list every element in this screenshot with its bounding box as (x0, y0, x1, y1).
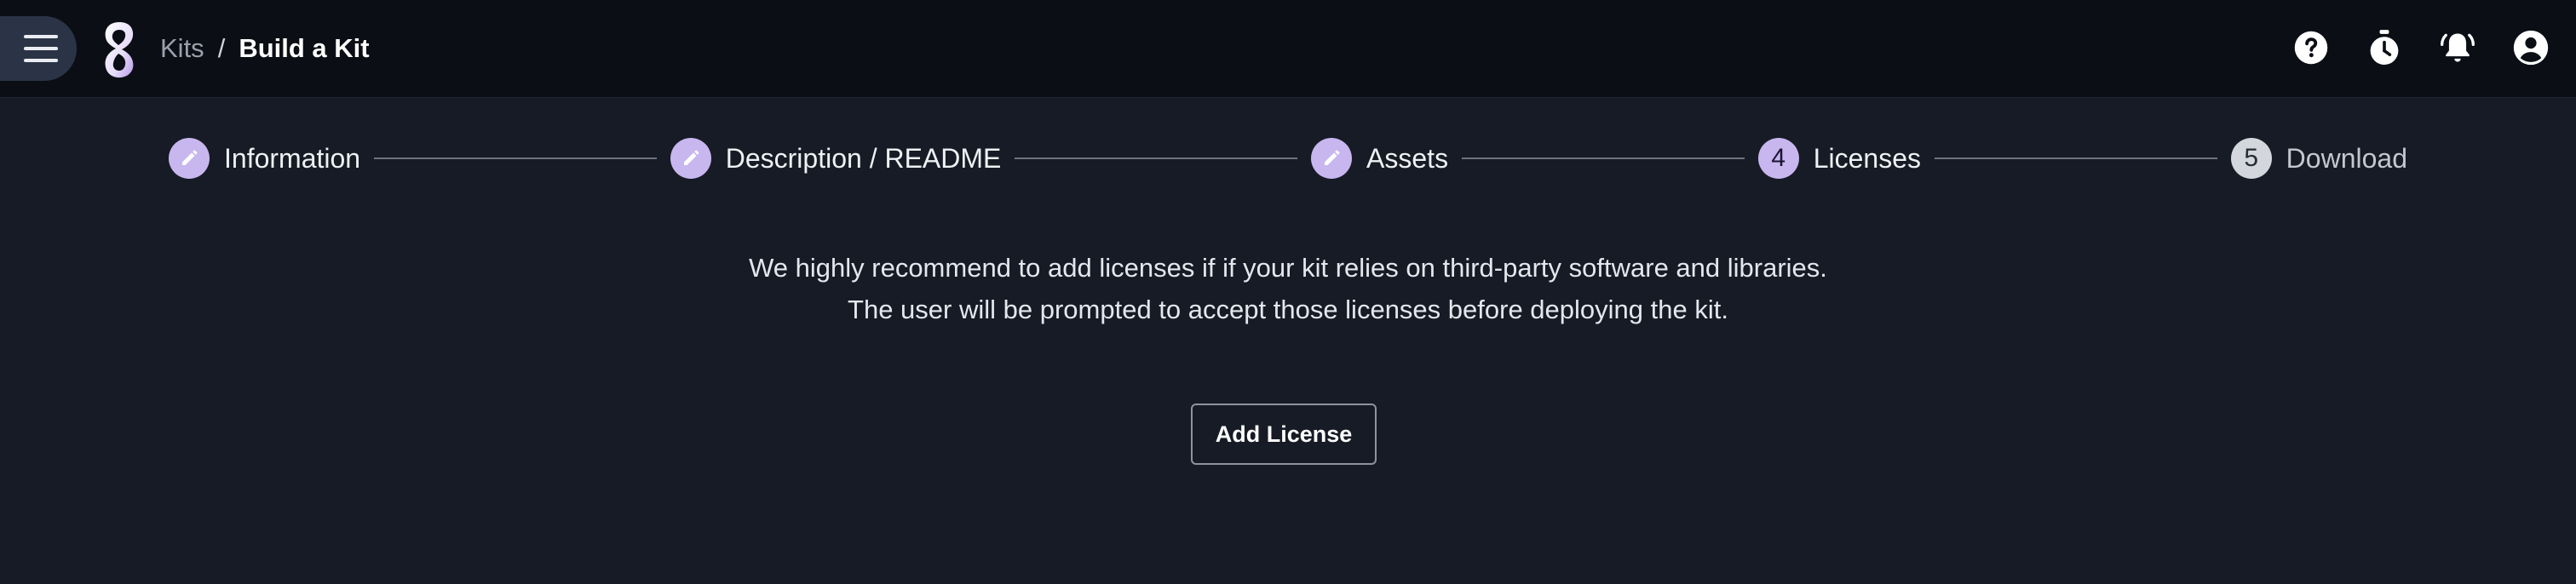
breadcrumb-separator: / (217, 33, 226, 63)
top-app-bar: Kits / Build a Kit (0, 0, 2576, 98)
help-icon (2294, 31, 2328, 65)
notifications-button[interactable] (2438, 28, 2477, 67)
hamburger-menu-icon (24, 35, 58, 62)
timer-icon (2370, 30, 2399, 65)
step-licenses[interactable]: 4 Licenses (1757, 138, 1922, 179)
step-connector (374, 157, 657, 159)
breadcrumb: Kits / Build a Kit (160, 31, 370, 66)
menu-button[interactable] (0, 16, 77, 81)
add-license-button[interactable]: Add License (1191, 404, 1377, 465)
step-download[interactable]: 5 Download (2230, 138, 2407, 179)
pencil-icon (182, 150, 198, 165)
account-button[interactable] (2511, 28, 2550, 67)
step-label: Information (224, 142, 361, 174)
licenses-info-message: We highly recommend to add licenses if i… (0, 247, 2576, 330)
step-number-badge: 4 (1757, 138, 1799, 179)
info-text-line: We highly recommend to add licenses if i… (749, 253, 1827, 283)
step-status-badge (1311, 138, 1353, 179)
pencil-icon (1325, 150, 1340, 165)
header-actions (2291, 28, 2550, 67)
notifications-icon (2441, 33, 2475, 62)
app-logo[interactable] (101, 19, 138, 80)
page-title: Build a Kit (239, 33, 370, 63)
step-connector (1462, 157, 1745, 159)
step-label: Assets (1366, 142, 1449, 174)
stepper: Information Description / README Assets … (169, 136, 2407, 180)
timer-button[interactable] (2365, 28, 2404, 67)
breadcrumb-kits-link[interactable]: Kits (160, 33, 204, 64)
step-information[interactable]: Information (169, 138, 360, 179)
step-assets[interactable]: Assets (1311, 138, 1448, 179)
step-description-readme[interactable]: Description / README (670, 138, 1002, 179)
step-label: Download (2286, 142, 2407, 174)
step-connector (1935, 157, 2217, 159)
step-label: Description / README (725, 142, 1002, 174)
pencil-icon (683, 150, 699, 165)
info-text-line: The user will be prompted to accept thos… (848, 295, 1728, 324)
step-status-badge (670, 138, 711, 179)
step-label: Licenses (1813, 142, 1922, 174)
step-number-badge: 5 (2230, 138, 2272, 179)
account-icon (2513, 30, 2549, 66)
step-connector (1015, 157, 1298, 159)
help-button[interactable] (2291, 28, 2331, 67)
step-status-badge (169, 138, 210, 179)
